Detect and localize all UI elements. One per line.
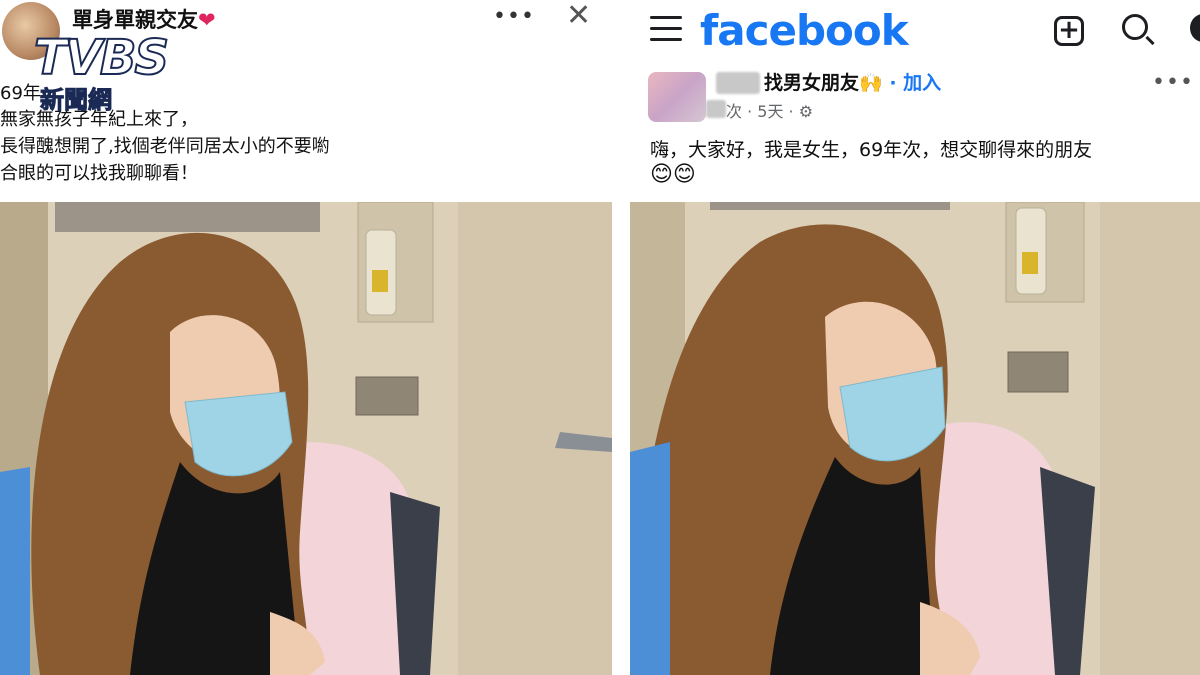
right-screenshot-panel: facebook + 找男女朋友🙌 · 加入 次 · 5天 · ⚙ ••• 嗨，… [630, 0, 1200, 675]
post-meta: 次 · 5天 · ⚙ [726, 98, 813, 122]
hamburger-menu-icon[interactable] [650, 16, 682, 49]
blurred-author [706, 100, 726, 118]
left-screenshot-panel: 單身單親交友❤ ••• ✕ 69年 無家無孩子年紀上來了， 長得醜想開了,找個老… [0, 0, 612, 675]
create-plus-icon[interactable]: + [1054, 16, 1084, 46]
more-options-icon[interactable]: ••• [1152, 70, 1194, 95]
join-button[interactable]: · 加入 [889, 72, 941, 94]
watermark-dot-pattern [158, 40, 220, 94]
photo-illustration [0, 202, 612, 675]
tvbs-watermark-logo: TVBS 新聞網 [30, 29, 220, 115]
facebook-logo[interactable]: facebook [700, 6, 909, 55]
post-emoji-line: 😊😊 [650, 162, 696, 187]
post-line-4: 合眼的可以找我聊聊看！ [0, 163, 198, 184]
group-name[interactable]: 找男女朋友🙌 · 加入 [764, 68, 941, 95]
privacy-globe-icon: ⚙ [798, 102, 814, 121]
raised-hands-icon: 🙌 [859, 72, 883, 94]
post-meta-text: 次 · 5天 · [726, 102, 794, 121]
search-icon[interactable] [1122, 14, 1148, 40]
photo-illustration [630, 202, 1200, 675]
post-photo[interactable] [630, 202, 1200, 675]
watermark-subtitle: 新聞網 [40, 86, 113, 115]
messenger-icon[interactable] [1190, 14, 1200, 42]
more-options-icon[interactable]: ••• [493, 4, 535, 29]
post-line-1: 嗨，大家好，我是女生，69年次，想交聊得來的朋友 [650, 139, 1093, 161]
group-name-text: 找男女朋友 [764, 72, 860, 94]
post-line-3: 長得醜想開了,找個老伴同居太小的不要喲 [0, 136, 330, 157]
heart-icon: ❤ [198, 8, 216, 32]
close-icon[interactable]: ✕ [566, 0, 591, 33]
blurred-name [716, 72, 760, 94]
poster-avatar[interactable] [648, 72, 706, 122]
watermark-brand: TVBS [33, 29, 170, 87]
group-name-text: 單身單親交友 [72, 8, 198, 32]
post-photo[interactable] [0, 202, 612, 675]
panel-divider [612, 0, 630, 675]
